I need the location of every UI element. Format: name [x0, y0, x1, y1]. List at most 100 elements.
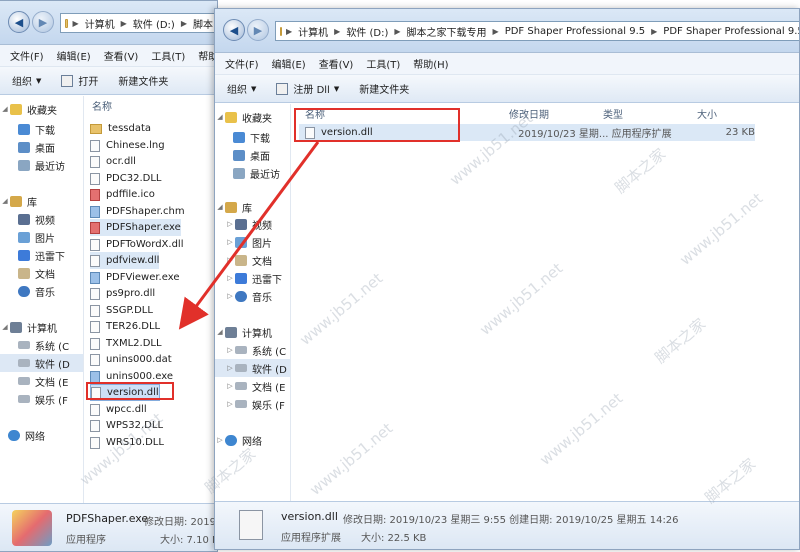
nav-drive-c[interactable]: 系统 (C	[0, 336, 83, 354]
file-row[interactable]: TXML2.DLL	[90, 335, 162, 352]
file-row[interactable]: unins000.exe	[90, 368, 173, 385]
nav-pictures[interactable]: 图片	[0, 228, 83, 246]
nav-drive-f[interactable]: 娱乐 (F	[0, 390, 83, 408]
column-header-modified[interactable]: 修改日期	[509, 104, 549, 122]
breadcrumb-app-subfolder[interactable]: PDF Shaper Professional 9.5	[663, 26, 799, 37]
nav-drive-e[interactable]: ▷ 文档 (E	[215, 377, 290, 395]
nav-drive-d[interactable]: 软件 (D	[0, 354, 83, 372]
file-row[interactable]: PDFShaper.chm	[90, 203, 185, 220]
chevron-right-icon: ▶	[394, 26, 401, 36]
file-type: 应用程序扩展	[611, 129, 672, 140]
forward-button[interactable]: ▶	[32, 11, 54, 33]
menu-tools[interactable]: 工具(T)	[366, 56, 400, 71]
nav-computer[interactable]: ◢ 计算机	[0, 318, 83, 336]
nav-drive-d[interactable]: ▷ 软件 (D	[215, 359, 290, 377]
nav-music[interactable]: 音乐	[0, 282, 83, 300]
file-row[interactable]: PDFViewer.exe	[90, 269, 179, 286]
nav-drive-f[interactable]: ▷ 娱乐 (F	[215, 395, 290, 413]
dll-file-icon	[90, 436, 100, 449]
file-row-version-dll[interactable]: version.dll	[90, 384, 160, 401]
nav-documents[interactable]: 文档	[0, 264, 83, 282]
menu-view[interactable]: 查看(V)	[104, 48, 139, 63]
nav-videos[interactable]: 视频	[0, 210, 83, 228]
nav-downloads[interactable]: 下载	[0, 120, 83, 138]
expand-icon: ◢	[2, 105, 8, 113]
file-row-version-dll[interactable]: version.dll 2019/10/23 星期... 应用程序扩展 23 K…	[299, 124, 755, 141]
menu-view[interactable]: 查看(V)	[319, 56, 354, 71]
file-row[interactable]: pdffile.ico	[90, 186, 155, 203]
nav-desktop[interactable]: 桌面	[215, 146, 290, 164]
open-button[interactable]: 打开	[61, 73, 98, 88]
nav-libraries[interactable]: ◢ 库	[0, 192, 83, 210]
nav-drive-e[interactable]: 文档 (E	[0, 372, 83, 390]
menu-file[interactable]: 文件(F)	[225, 56, 259, 71]
nav-pictures[interactable]: ▷ 图片	[215, 233, 290, 251]
nav-thunder[interactable]: 迅雷下	[0, 246, 83, 264]
nav-label: 音乐	[252, 292, 272, 304]
nav-network[interactable]: ▷ 网络	[215, 431, 290, 449]
file-row[interactable]: ocr.dll	[90, 153, 136, 170]
new-folder-button[interactable]: 新建文件夹	[359, 81, 409, 96]
file-row[interactable]: WRS10.DLL	[90, 434, 164, 451]
file-row[interactable]: PDFToWordX.dll	[90, 236, 183, 253]
file-row[interactable]: PDFShaper.exe	[90, 219, 181, 236]
breadcrumb-drive[interactable]: 软件 (D:)	[133, 16, 175, 31]
breadcrumb-download-folder[interactable]: 脚本之家下载专用	[407, 24, 487, 39]
new-folder-button[interactable]: 新建文件夹	[118, 73, 168, 88]
column-header-name[interactable]: 名称	[305, 104, 325, 122]
file-name: ps9pro.dll	[106, 288, 156, 299]
file-row[interactable]: PDC32.DLL	[90, 170, 161, 187]
nav-network[interactable]: 网络	[0, 426, 83, 444]
nav-desktop[interactable]: 桌面	[0, 138, 83, 156]
breadcrumb-computer[interactable]: 计算机	[85, 16, 115, 31]
nav-label: 迅雷下	[35, 251, 65, 263]
forward-button[interactable]: ▶	[247, 19, 269, 41]
nav-label: 娱乐 (F	[252, 400, 285, 412]
nav-favorites[interactable]: ◢ 收藏夹	[0, 100, 83, 118]
nav-music[interactable]: ▷ 音乐	[215, 287, 290, 305]
nav-recent[interactable]: 最近访	[215, 164, 290, 182]
breadcrumb-drive[interactable]: 软件 (D:)	[346, 24, 388, 39]
column-header-name[interactable]: 名称	[92, 96, 112, 114]
back-button[interactable]: ◀	[8, 11, 30, 33]
nav-videos[interactable]: ▷ 视频	[215, 215, 290, 233]
breadcrumb-app-folder[interactable]: PDF Shaper Professional 9.5	[505, 26, 645, 37]
menu-tools[interactable]: 工具(T)	[151, 48, 185, 63]
nav-computer[interactable]: ◢ 计算机	[215, 323, 290, 341]
dll-file-icon	[90, 238, 100, 251]
organize-button[interactable]: 组织 ▼	[12, 73, 41, 89]
file-row[interactable]: TER26.DLL	[90, 318, 160, 335]
nav-documents[interactable]: ▷ 文档	[215, 251, 290, 269]
file-row[interactable]: unins000.dat	[90, 351, 172, 368]
address-field[interactable]: ▶ 计算机 ▶ 软件 (D:) ▶ 脚本之家下载专用 ▶ PDF Shaper …	[275, 21, 799, 41]
file-row[interactable]: wpcc.dll	[90, 401, 147, 418]
nav-favorites[interactable]: ◢ 收藏夹	[215, 108, 290, 126]
file-row[interactable]: Chinese.lng	[90, 137, 165, 154]
menu-help[interactable]: 帮助(H)	[413, 56, 448, 71]
column-header-type[interactable]: 类型	[603, 104, 623, 122]
file-row[interactable]: tessdata	[90, 120, 151, 137]
register-dll-button[interactable]: 注册 Dll ▼	[276, 81, 339, 96]
folder-icon	[280, 26, 282, 36]
nav-recent[interactable]: 最近访	[0, 156, 83, 174]
new-folder-label: 新建文件夹	[118, 77, 169, 88]
file-row[interactable]: SSGP.DLL	[90, 302, 153, 319]
nav-libraries[interactable]: ◢ 库	[215, 198, 290, 216]
nav-drive-c[interactable]: ▷ 系统 (C	[215, 341, 290, 359]
navigation-pane: ◢ 收藏夹 下载 桌面 最近访 ◢ 库 视频 图片 迅雷下 文档 音乐 ◢ 计算机 系…	[0, 96, 84, 503]
file-row[interactable]: ps9pro.dll	[90, 285, 155, 302]
breadcrumb-computer[interactable]: 计算机	[298, 24, 328, 39]
nav-downloads[interactable]: 下载	[215, 128, 290, 146]
menu-edit[interactable]: 编辑(E)	[57, 48, 91, 63]
nav-thunder[interactable]: ▷ 迅雷下	[215, 269, 290, 287]
file-row[interactable]: WPS32.DLL	[90, 417, 163, 434]
menu-file[interactable]: 文件(F)	[10, 48, 44, 63]
file-row[interactable]: pdfview.dll	[90, 252, 160, 269]
breadcrumb-folder[interactable]: 脚本	[193, 16, 213, 31]
address-field[interactable]: ▶ 计算机 ▶ 软件 (D:) ▶ 脚本	[60, 13, 217, 33]
menu-edit[interactable]: 编辑(E)	[272, 56, 306, 71]
organize-button[interactable]: 组织 ▼	[227, 81, 256, 97]
back-button[interactable]: ◀	[223, 19, 245, 41]
column-header-size[interactable]: 大小	[697, 104, 717, 122]
command-bar: 组织 ▼ 注册 Dll ▼ 新建文件夹	[215, 75, 799, 103]
